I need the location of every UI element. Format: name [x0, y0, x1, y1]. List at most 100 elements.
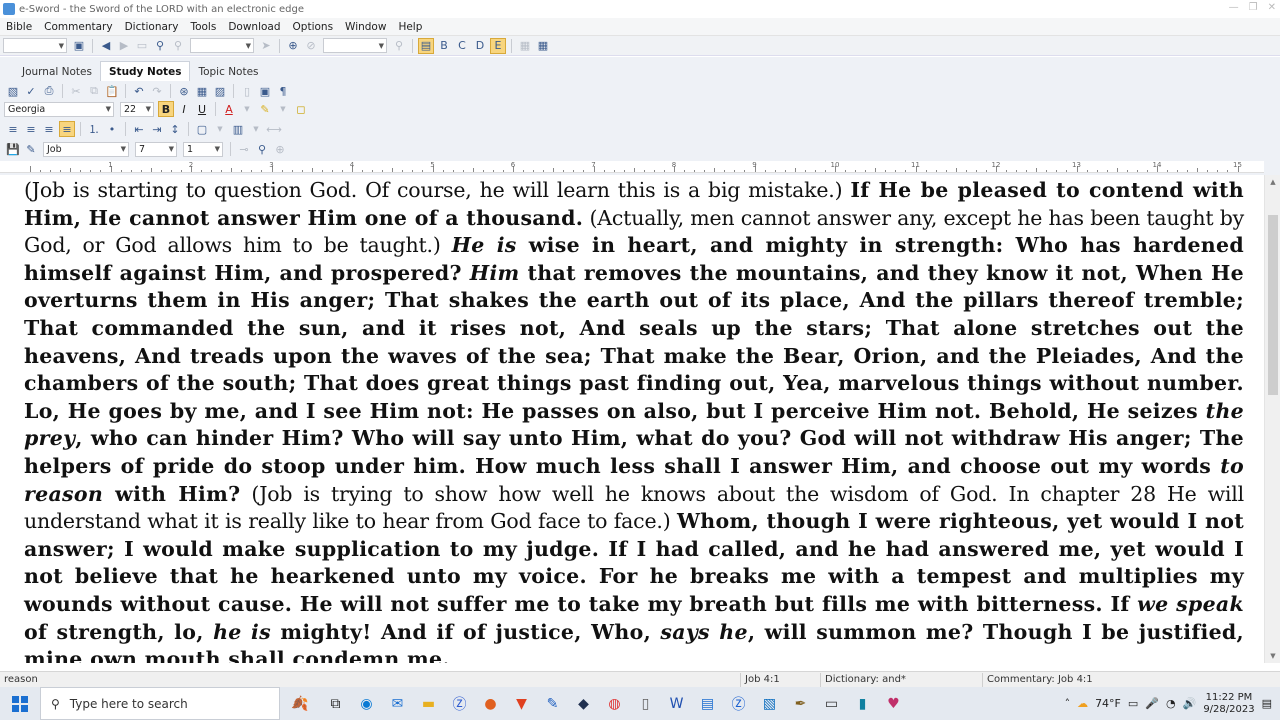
- mail-icon[interactable]: ✉: [382, 687, 413, 720]
- speaker-icon[interactable]: 🔊: [1183, 697, 1197, 710]
- panel-icon[interactable]: ▦: [517, 38, 533, 54]
- horizontal-rule-icon[interactable]: ⟷: [266, 121, 282, 137]
- pilcrow-icon[interactable]: ¶: [275, 83, 291, 99]
- menu-options[interactable]: Options: [287, 21, 340, 33]
- bold-icon[interactable]: B: [158, 101, 174, 117]
- search-extra-icon[interactable]: ⚲: [170, 38, 186, 54]
- microphone-icon[interactable]: 🎤: [1145, 697, 1159, 710]
- layout-4-icon[interactable]: D: [472, 38, 488, 54]
- terminal-icon[interactable]: ▭: [816, 687, 847, 720]
- link-verse-icon[interactable]: ⊸: [236, 141, 252, 157]
- task-view-icon[interactable]: ⧉: [320, 687, 351, 720]
- wifi-icon[interactable]: ◔: [1166, 697, 1176, 710]
- visio-icon[interactable]: ▧: [754, 687, 785, 720]
- weather-icon[interactable]: ☁: [1077, 697, 1088, 710]
- restore-icon[interactable]: ❐: [1249, 2, 1258, 13]
- table-icon[interactable]: ▦: [194, 83, 210, 99]
- minimize-icon[interactable]: —: [1229, 2, 1239, 13]
- bible-view-icon[interactable]: ▣: [71, 38, 87, 54]
- bullet-list-icon[interactable]: •: [104, 121, 120, 137]
- select-all-icon[interactable]: ▧: [5, 83, 21, 99]
- background-color-icon[interactable]: ◻: [293, 101, 309, 117]
- spell-check-icon[interactable]: ✓: [23, 83, 39, 99]
- start-button[interactable]: [0, 687, 40, 720]
- go-icon[interactable]: ➤: [258, 38, 274, 54]
- app-z-icon[interactable]: Ⓩ: [444, 687, 475, 720]
- tab-topic-notes[interactable]: Topic Notes: [190, 62, 266, 81]
- print-icon[interactable]: ⎙: [41, 83, 57, 99]
- indent-icon[interactable]: ⇥: [149, 121, 165, 137]
- font-color-icon[interactable]: A: [221, 101, 237, 117]
- brave-icon[interactable]: ▼: [506, 687, 537, 720]
- reference-combo[interactable]: ▼: [323, 38, 387, 53]
- zoom-icon[interactable]: ⊕: [272, 141, 288, 157]
- menu-help[interactable]: Help: [392, 21, 428, 33]
- align-justify-icon[interactable]: ≡: [59, 121, 75, 137]
- menu-download[interactable]: Download: [222, 21, 286, 33]
- hyperlink-icon[interactable]: ⊛: [176, 83, 192, 99]
- forward-arrow-icon[interactable]: ▶: [116, 38, 132, 54]
- search-text-combo[interactable]: ▼: [190, 38, 254, 53]
- chapter-select[interactable]: 7 ▼: [135, 141, 177, 157]
- scroll-down-icon[interactable]: ▼: [1265, 649, 1280, 663]
- app-zoom-icon[interactable]: Ⓩ: [723, 687, 754, 720]
- menu-tools[interactable]: Tools: [184, 21, 222, 33]
- align-center-icon[interactable]: ≡: [23, 121, 39, 137]
- pen-icon[interactable]: ✒: [785, 687, 816, 720]
- page-icon[interactable]: ▯: [239, 83, 255, 99]
- bible-version-select[interactable]: ▼: [3, 38, 67, 53]
- weather-temp[interactable]: 74°F: [1095, 697, 1121, 710]
- notifications-icon[interactable]: ▤: [1262, 697, 1272, 710]
- book-select[interactable]: Job ▼: [43, 141, 129, 157]
- autumn-widget-icon[interactable]: 🍂: [280, 687, 320, 720]
- borders-dropdown-icon[interactable]: ▼: [212, 121, 228, 137]
- binoculars-icon[interactable]: ⚲: [152, 38, 168, 54]
- network-icon[interactable]: ▭: [1128, 697, 1138, 710]
- underline-icon[interactable]: U: [194, 101, 210, 117]
- history-icon[interactable]: ▭: [134, 38, 150, 54]
- back-arrow-icon[interactable]: ◀: [98, 38, 114, 54]
- search-go-icon[interactable]: ⚲: [391, 38, 407, 54]
- taskbar-search[interactable]: ⚲ Type here to search: [40, 687, 280, 720]
- columns-dropdown-icon[interactable]: ▼: [248, 121, 264, 137]
- tab-study-notes[interactable]: Study Notes: [99, 61, 191, 81]
- clock[interactable]: 11:22 PM 9/28/2023: [1203, 692, 1254, 716]
- document-editor[interactable]: (Job is starting to question God. Of cou…: [0, 175, 1264, 663]
- align-right-icon[interactable]: ≡: [41, 121, 57, 137]
- numbered-list-icon[interactable]: ⒈: [86, 121, 102, 137]
- layout-1-icon[interactable]: ▤: [418, 37, 434, 54]
- vertical-scrollbar[interactable]: ▲ ▼: [1264, 175, 1280, 663]
- menu-commentary[interactable]: Commentary: [38, 21, 118, 33]
- outdent-icon[interactable]: ⇤: [131, 121, 147, 137]
- app-pink-icon[interactable]: ♥: [878, 687, 909, 720]
- menu-dictionary[interactable]: Dictionary: [119, 21, 185, 33]
- grid-icon[interactable]: ▦: [535, 38, 551, 54]
- menu-window[interactable]: Window: [339, 21, 392, 33]
- menu-bible[interactable]: Bible: [0, 21, 38, 33]
- unlink-icon[interactable]: ⊘: [303, 38, 319, 54]
- scrollbar-thumb[interactable]: [1268, 215, 1278, 395]
- borders-icon[interactable]: ▢: [194, 121, 210, 137]
- highlight-icon[interactable]: ✎: [257, 101, 273, 117]
- close-icon[interactable]: ✕: [1268, 2, 1276, 13]
- undo-icon[interactable]: ↶: [131, 83, 147, 99]
- e-sword-taskbar-icon[interactable]: ✎: [537, 687, 568, 720]
- italic-icon[interactable]: I: [176, 101, 192, 117]
- word-icon[interactable]: W: [661, 687, 692, 720]
- image-icon[interactable]: ▨: [212, 83, 228, 99]
- app-teal-icon[interactable]: ▮: [847, 687, 878, 720]
- document-icon[interactable]: ▯: [630, 687, 661, 720]
- find-icon[interactable]: ⚲: [254, 141, 270, 157]
- line-spacing-icon[interactable]: ↕: [167, 121, 183, 137]
- tray-overflow-icon[interactable]: ˄: [1065, 697, 1071, 710]
- paste-icon[interactable]: 📋: [104, 83, 120, 99]
- layout-3-icon[interactable]: C: [454, 38, 470, 54]
- app-dark-icon[interactable]: ◆: [568, 687, 599, 720]
- highlight-dropdown-icon[interactable]: ▼: [275, 101, 291, 117]
- font-name-select[interactable]: Georgia ▼: [4, 101, 114, 117]
- edge-icon[interactable]: ◉: [351, 687, 382, 720]
- save-icon[interactable]: 💾: [5, 141, 21, 157]
- columns-icon[interactable]: ▥: [230, 121, 246, 137]
- study-note-text[interactable]: (Job is starting to question God. Of cou…: [24, 177, 1244, 663]
- firefox-icon[interactable]: ●: [475, 687, 506, 720]
